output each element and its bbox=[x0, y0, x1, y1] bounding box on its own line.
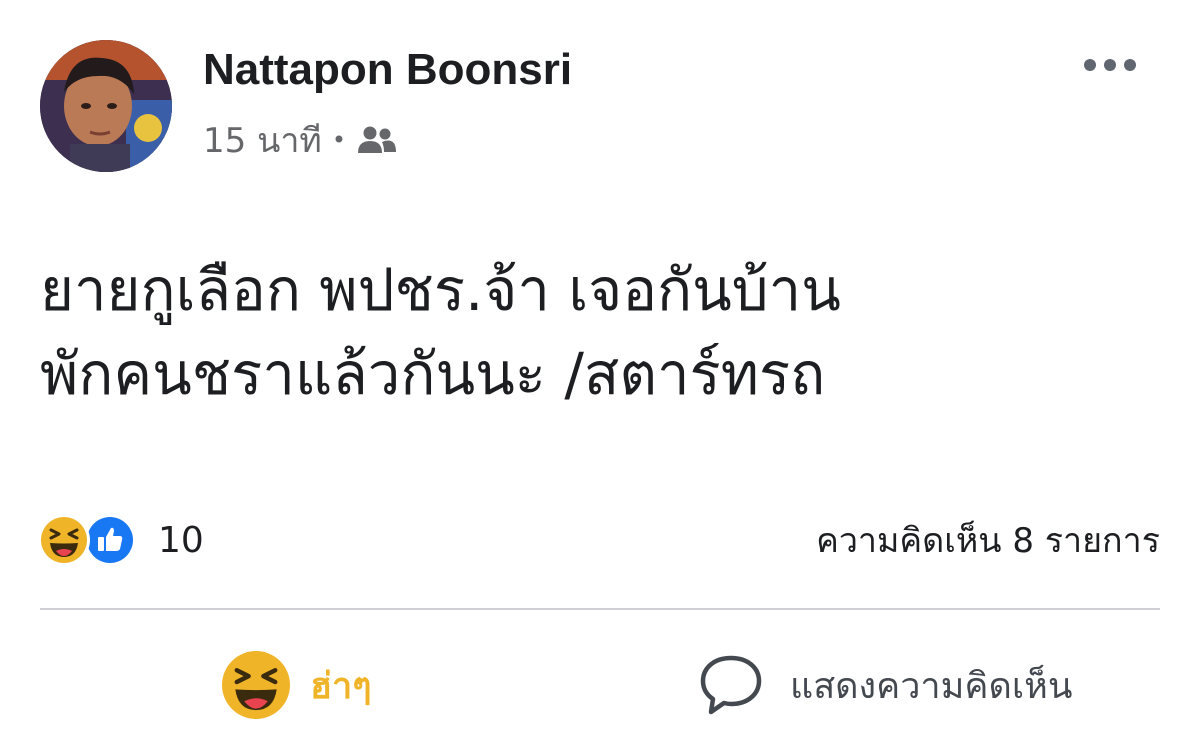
action-bar: ฮ่าๆ แสดงความคิดเห็น bbox=[40, 640, 1160, 730]
like-reaction-icon bbox=[84, 514, 136, 566]
post-text-line: พักคนชราแล้วกันนะ /สตาร์ทรถ bbox=[40, 340, 826, 408]
haha-icon bbox=[222, 651, 290, 719]
post-timestamp[interactable]: 15 นาที bbox=[203, 113, 322, 167]
friends-icon[interactable] bbox=[356, 125, 398, 155]
comment-bubble-icon bbox=[698, 652, 764, 718]
comment-count-link[interactable]: ความคิดเห็น 8 รายการ bbox=[816, 512, 1160, 568]
haha-button-label: ฮ่าๆ bbox=[310, 665, 372, 707]
avatar-photo bbox=[40, 40, 172, 172]
meta-separator: • bbox=[331, 126, 346, 154]
comment-button[interactable]: แสดงความคิดเห็น bbox=[698, 640, 1072, 730]
divider bbox=[40, 608, 1160, 610]
avatar[interactable] bbox=[40, 40, 172, 172]
reaction-count: 10 bbox=[158, 519, 204, 561]
reactions-summary[interactable]: 10 bbox=[38, 512, 204, 568]
haha-reaction-button[interactable]: ฮ่าๆ bbox=[222, 640, 372, 730]
post-card: Nattapon Boonsri 15 นาที • ยายกูเลือก พป… bbox=[0, 0, 1200, 745]
post-meta: 15 นาที • bbox=[203, 118, 398, 162]
comment-button-label: แสดงความคิดเห็น bbox=[790, 665, 1073, 707]
haha-reaction-icon bbox=[38, 514, 90, 566]
post-text-line: ยายกูเลือก พปชร.จ้า เจอกันบ้าน bbox=[40, 256, 841, 324]
post-text: ยายกูเลือก พปชร.จ้า เจอกันบ้าน พักคนชราแ… bbox=[40, 248, 1160, 416]
more-horizontal-icon bbox=[1084, 59, 1136, 71]
author-name[interactable]: Nattapon Boonsri bbox=[203, 42, 572, 98]
reaction-icons bbox=[38, 512, 150, 568]
more-options-button[interactable] bbox=[1075, 48, 1145, 82]
